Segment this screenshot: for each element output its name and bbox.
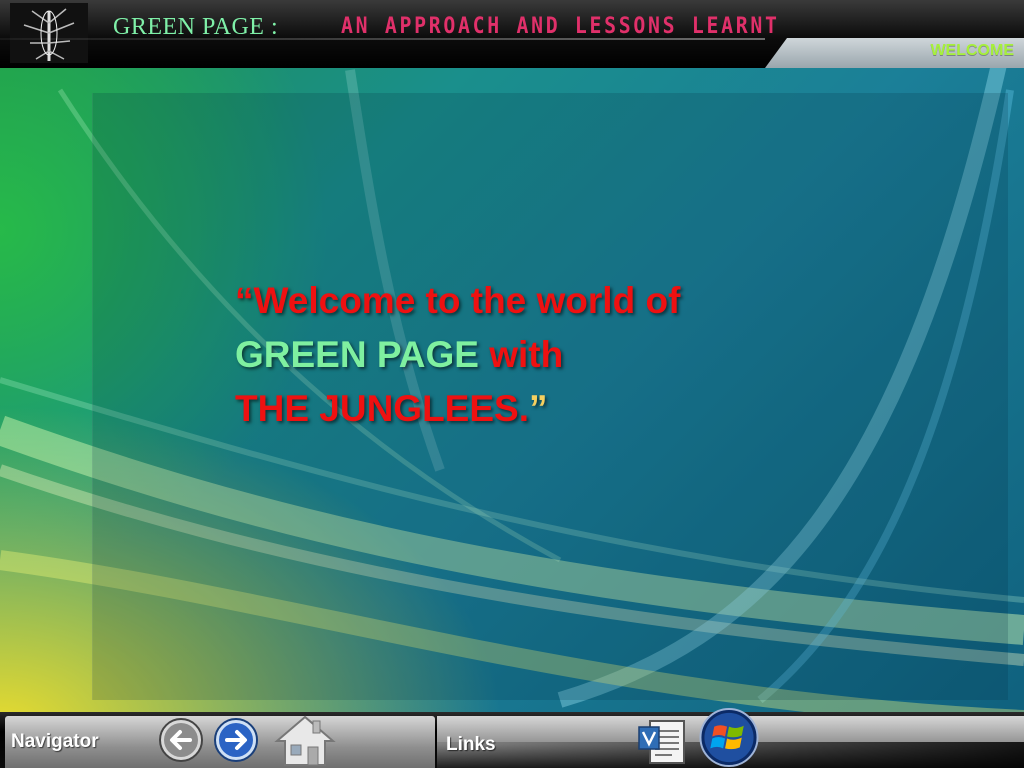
home-icon[interactable]	[273, 713, 337, 767]
section-tab-welcome[interactable]: WELCOME	[765, 38, 1024, 68]
presentation-title: GREEN PAGE :	[113, 14, 279, 40]
welcome-message: “Welcome to the world of GREEN PAGE with…	[235, 274, 835, 436]
tree-logo	[10, 3, 88, 63]
presentation-subtitle: AN APPROACH AND LESSONS LEARNT	[341, 14, 780, 39]
message-line-3: THE JUNGLEES.	[235, 388, 529, 429]
links-label: Links	[446, 734, 496, 755]
windows-logo-icon[interactable]	[698, 707, 760, 768]
section-tab-label: WELCOME	[930, 42, 1014, 59]
forward-arrow-icon[interactable]	[213, 717, 259, 763]
document-icon[interactable]	[636, 717, 688, 767]
message-closing-quote: ”	[529, 388, 548, 429]
message-with: with	[478, 334, 564, 375]
header-bar: GREEN PAGE : AN APPROACH AND LESSONS LEA…	[0, 0, 1024, 68]
message-line-1: “Welcome to the world of	[235, 280, 681, 321]
back-arrow-icon[interactable]	[158, 717, 204, 763]
message-green-page: GREEN PAGE	[235, 334, 479, 375]
navigator-label: Navigator	[11, 731, 99, 752]
